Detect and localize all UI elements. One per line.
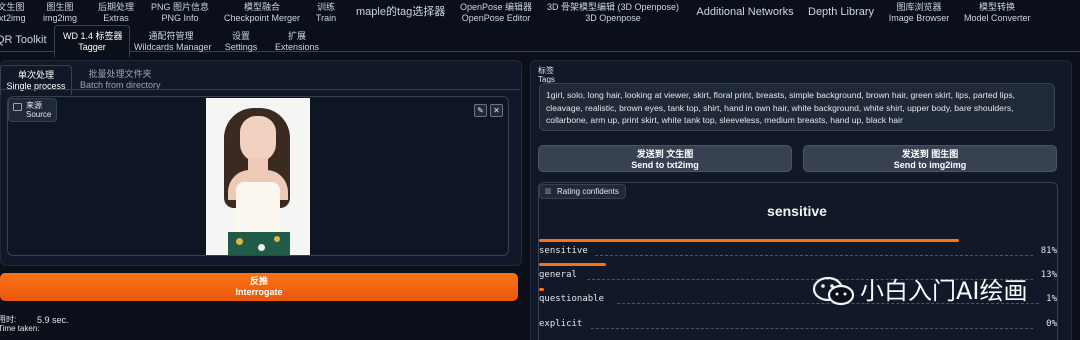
send-to-img2img-button[interactable]: 发送到 图生图 Send to img2img (803, 145, 1057, 172)
source-image-box[interactable] (7, 96, 509, 256)
time-taken-label: 用时: Time taken: (0, 315, 40, 333)
chart-icon: ▥ (545, 188, 552, 195)
image-icon (13, 103, 22, 111)
top-tab-model-converter[interactable]: 模型转换 Model Converter (964, 2, 1031, 24)
tab-qr-toolkit[interactable]: QR Toolkit (0, 35, 47, 46)
tab-wildcards-manager[interactable]: 通配符管理 Wildcards Manager (134, 31, 212, 53)
tab-settings[interactable]: 设置 Settings (222, 31, 260, 53)
tags-label: 标签 Tags (538, 66, 555, 84)
wechat-icon (812, 276, 856, 306)
top-tab-extras[interactable]: 后期处理 Extras (94, 2, 138, 24)
image-tank-top (236, 182, 280, 236)
rating-label: ▥ Rating confidents (539, 184, 626, 199)
image-skirt-flower (274, 236, 280, 242)
send-to-txt2img-button[interactable]: 发送到 文生图 Send to txt2img (538, 145, 792, 172)
top-tab-txt2img[interactable]: 文生图txt2img (0, 2, 26, 24)
image-skirt-flower (236, 238, 243, 245)
tab-extensions[interactable]: 扩展 Extensions (274, 31, 320, 53)
top-tab-openpose-editor[interactable]: OpenPose 编辑器 OpenPose Editor (458, 2, 534, 24)
interrogate-button[interactable]: 反推 Interrogate (0, 273, 518, 301)
image-face (240, 116, 276, 162)
source-image (206, 98, 310, 255)
subtab-single-process[interactable]: 单次处理 Single process (0, 65, 72, 95)
image-skirt-flower (258, 244, 265, 251)
tab-tagger[interactable]: WD 1.4 标签器 Tagger (54, 25, 130, 57)
dots-leader (591, 328, 1033, 329)
edit-icon[interactable]: ✎ (474, 104, 487, 117)
tags-output[interactable]: 1girl, solo, long hair, looking at viewe… (539, 83, 1055, 131)
top-tab-checkpoint-merger[interactable]: 模型融合 Checkpoint Merger (224, 2, 300, 24)
rating-top-label: sensitive (767, 203, 827, 219)
dots-leader (595, 255, 1033, 256)
rating-bar-sensitive (539, 239, 959, 242)
top-tab-additional-networks[interactable]: Additional Networks (696, 6, 794, 19)
top-tab-png-info[interactable]: PNG 图片信息 PNG Info (150, 2, 210, 24)
top-tab-img2img[interactable]: 图生图 img2img (40, 2, 80, 24)
top-tab-3d-openpose[interactable]: 3D 骨架模型编辑 (3D Openpose) 3D Openpose (546, 2, 680, 24)
time-taken-value: 5.9 sec. (37, 315, 69, 325)
source-label: 来源 Source (8, 98, 58, 122)
top-tab-depth-library[interactable]: Depth Library (808, 6, 874, 19)
top-tab-image-browser[interactable]: 图库浏览器 Image Browser (888, 2, 950, 24)
rating-bar-questionable (539, 288, 544, 291)
top-tab-train[interactable]: 训练 Train (312, 2, 340, 24)
rating-bar-general (539, 263, 606, 266)
close-icon[interactable]: ✕ (490, 104, 503, 117)
subtab-batch-directory[interactable]: 批量处理文件夹 Batch from directory (80, 69, 161, 91)
subtab-divider (0, 89, 520, 90)
top-tab-maple-tag-selector[interactable]: maple的tag选择器 (356, 6, 445, 19)
